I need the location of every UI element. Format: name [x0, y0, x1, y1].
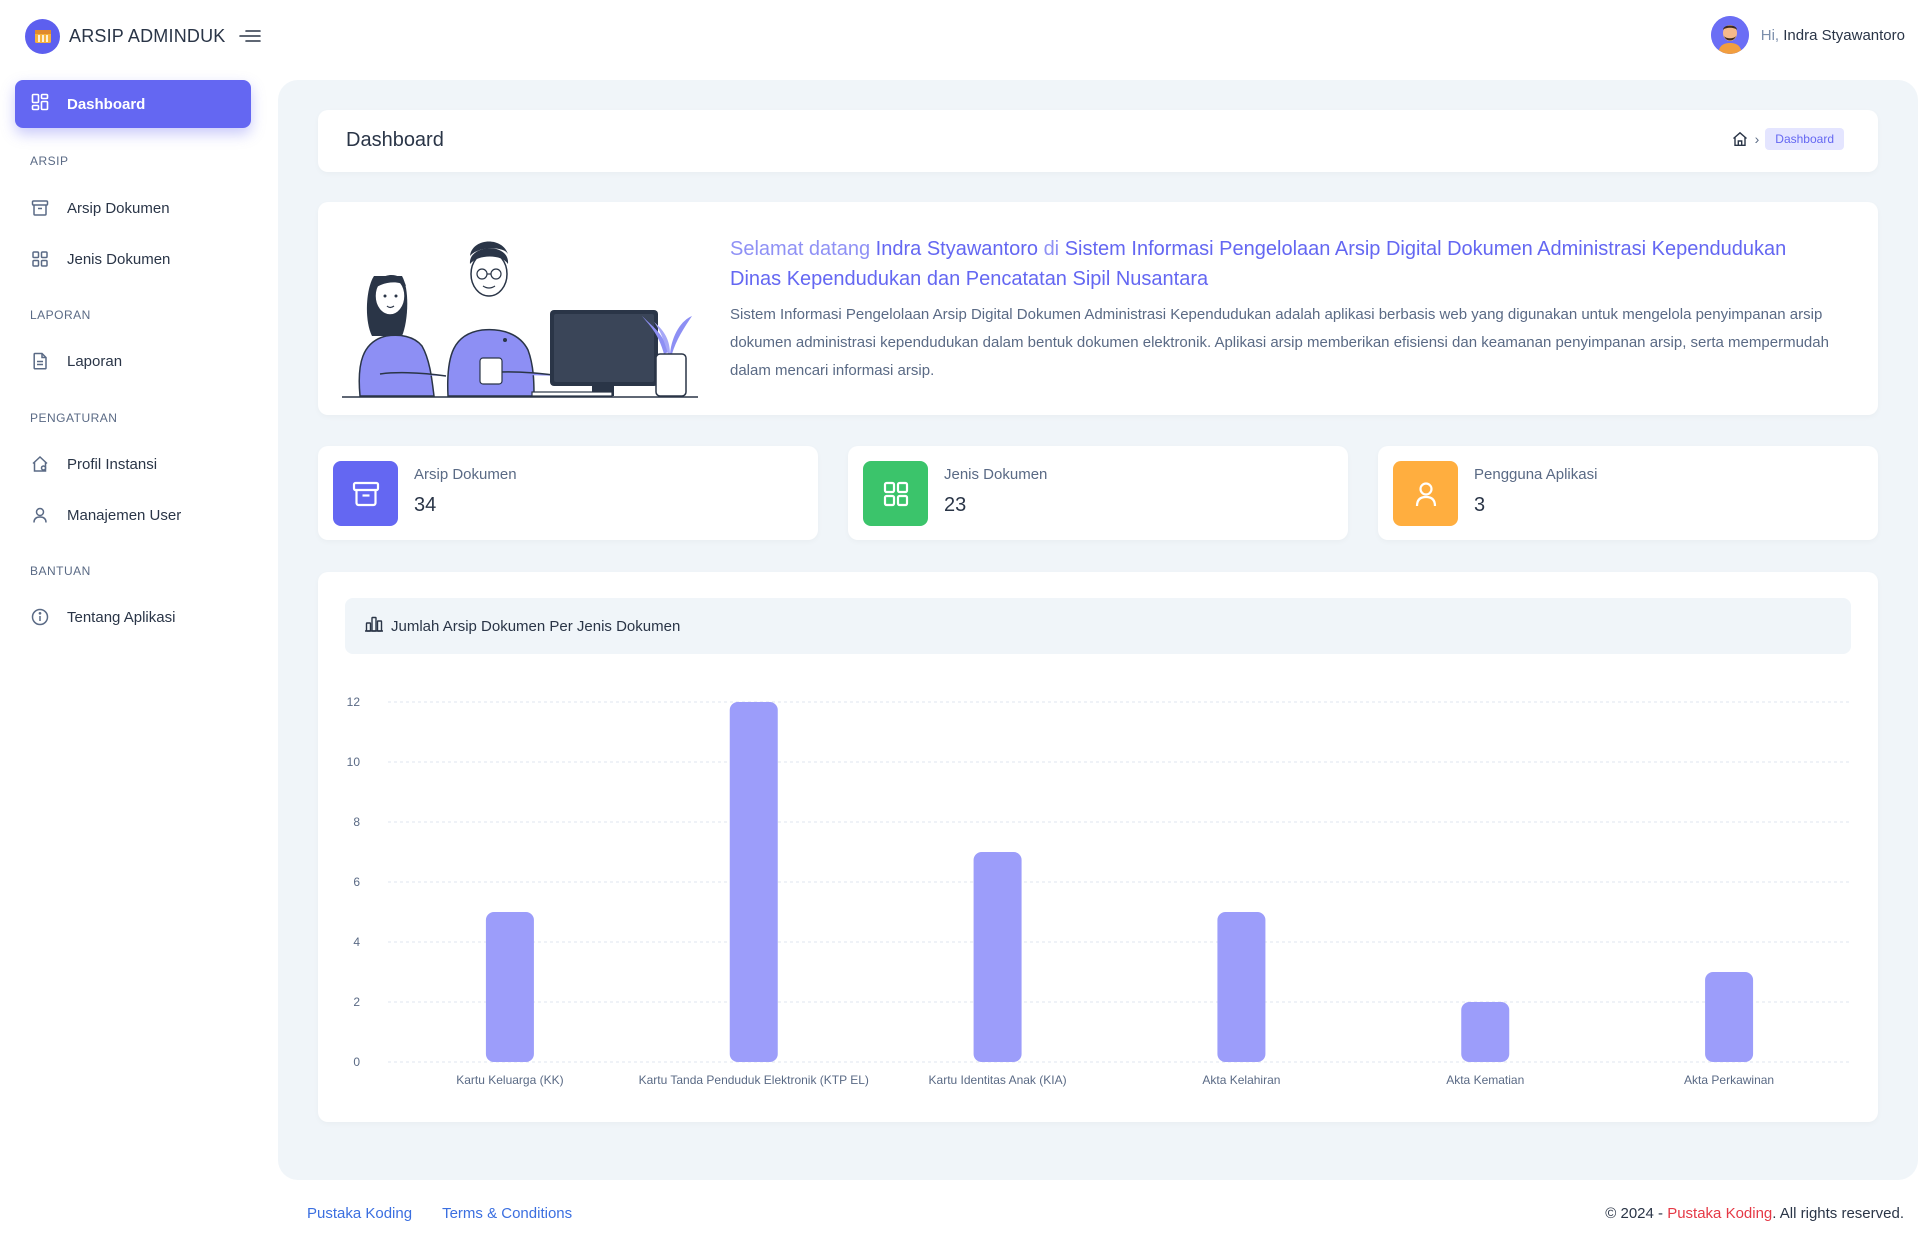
- footer-link-terms[interactable]: Terms & Conditions: [442, 1205, 572, 1222]
- welcome-title: Selamat datang Indra Styawantoro di Sist…: [730, 234, 1830, 294]
- stat-label: Jenis Dokumen: [944, 466, 1048, 483]
- nav-section-bantuan: BANTUAN: [30, 564, 91, 578]
- x-tick-label: Kartu Tanda Penduduk Elektronik (KTP EL): [639, 1073, 869, 1087]
- stat-value: 3: [1474, 494, 1486, 516]
- page-title: Dashboard: [346, 129, 444, 151]
- sidebar-item-label: Dashboard: [67, 95, 146, 113]
- sidebar-item-label: Arsip Dokumen: [67, 199, 170, 217]
- user-name: Indra Styawantoro: [1783, 26, 1905, 44]
- sidebar-item-dashboard[interactable]: Dashboard: [15, 80, 251, 128]
- x-tick-label: Akta Perkawinan: [1684, 1073, 1774, 1087]
- chart-bar[interactable]: [1461, 1002, 1510, 1062]
- brand-name: ARSIP ADMINDUK: [69, 25, 226, 46]
- x-tick-label: Akta Kematian: [1446, 1073, 1524, 1087]
- sidebar-item-arsip-dokumen[interactable]: Arsip Dokumen: [30, 193, 170, 223]
- welcome-mid: di: [1043, 238, 1060, 260]
- user-icon: [30, 505, 50, 525]
- stat-value: 23: [944, 494, 967, 516]
- welcome-card: Selamat datang Indra Styawantoro di Sist…: [318, 202, 1878, 415]
- chart-bar[interactable]: [1217, 912, 1266, 1062]
- user-icon: [1393, 461, 1458, 526]
- sidebar-item-label: Jenis Dokumen: [67, 250, 171, 268]
- y-tick-label: 6: [353, 875, 360, 889]
- brand: ARSIP ADMINDUK: [25, 18, 262, 54]
- nav-section-arsip: ARSIP: [30, 154, 69, 168]
- sidebar-item-tentang-aplikasi[interactable]: Tentang Aplikasi: [30, 602, 175, 632]
- copyright-brand-link[interactable]: Pustaka Koding: [1667, 1205, 1772, 1222]
- x-tick-label: Kartu Keluarga (KK): [456, 1073, 563, 1087]
- y-tick-label: 2: [353, 995, 360, 1009]
- bar-chart: 0 2 4 6 8 10 12 Kartu Keluarga (KK) Kartu Tanda …: [347, 695, 1851, 1087]
- y-tick-label: 10: [347, 755, 361, 769]
- footer-links: Pustaka Koding Terms & Conditions: [307, 1205, 602, 1222]
- people-at-computer-illustration: [342, 224, 698, 402]
- archive-logo-icon: [25, 18, 60, 54]
- chart-bar[interactable]: [1705, 972, 1754, 1062]
- y-tick-label: 4: [353, 935, 360, 949]
- avatar: [1710, 16, 1749, 54]
- nav-section-pengaturan: PENGATURAN: [30, 411, 118, 425]
- sidebar-item-jenis-dokumen[interactable]: Jenis Dokumen: [30, 244, 170, 274]
- x-tick-label: Akta Kelahiran: [1202, 1073, 1280, 1087]
- welcome-user-name: Indra Styawantoro: [875, 238, 1038, 260]
- archive-icon: [333, 461, 398, 526]
- y-tick-label: 12: [347, 695, 361, 709]
- welcome-pre: Selamat datang: [730, 238, 871, 260]
- breadcrumb: › Dashboard: [1731, 128, 1844, 150]
- info-icon: [30, 607, 50, 627]
- y-tick-label: 8: [353, 815, 360, 829]
- archive-icon: [30, 198, 50, 218]
- chart-bar[interactable]: [729, 702, 778, 1062]
- stat-value: 34: [414, 494, 437, 516]
- user-menu[interactable]: Hi, Indra Styawantoro: [1710, 15, 1905, 55]
- category-icon: [863, 461, 928, 526]
- sidebar-item-label: Profil Instansi: [67, 455, 158, 473]
- stat-card-arsip-dokumen[interactable]: Arsip Dokumen 34: [318, 446, 818, 540]
- menu-toggle-icon[interactable]: [238, 24, 262, 48]
- sidebar: ARSIP ADMINDUK Dashboard ARSIP Arsip Dok…: [0, 0, 278, 1244]
- sidebar-item-profil-instansi[interactable]: Profil Instansi: [30, 449, 157, 479]
- main-content: Dashboard › Dashboard Selamat datang Ind…: [278, 80, 1918, 1180]
- nav-section-laporan: LAPORAN: [30, 308, 91, 322]
- y-tick-label: 0: [353, 1055, 360, 1069]
- home-icon[interactable]: [1731, 130, 1749, 148]
- sidebar-item-label: Laporan: [67, 352, 123, 370]
- report-icon: [30, 351, 50, 371]
- page-title-card: Dashboard › Dashboard: [318, 110, 1878, 172]
- chevron-right-icon: ›: [1754, 131, 1760, 147]
- user-greeting: Hi, Indra Styawantoro: [1761, 27, 1905, 44]
- breadcrumb-current: Dashboard: [1765, 128, 1844, 150]
- category-icon: [30, 249, 50, 269]
- building-icon: [30, 454, 50, 474]
- sidebar-item-manajemen-user[interactable]: Manajemen User: [30, 500, 181, 530]
- welcome-description: Sistem Informasi Pengelolaan Arsip Digit…: [730, 306, 1829, 379]
- x-tick-label: Kartu Identitas Anak (KIA): [929, 1073, 1067, 1087]
- stat-card-jenis-dokumen[interactable]: Jenis Dokumen 23: [848, 446, 1348, 540]
- stat-label: Arsip Dokumen: [414, 466, 517, 483]
- greeting-text: Hi,: [1760, 26, 1780, 44]
- copyright-suffix: . All rights reserved.: [1772, 1205, 1904, 1222]
- chart-card: Jumlah Arsip Dokumen Per Jenis Dokumen 0…: [318, 572, 1878, 1122]
- dashboard-icon: [31, 93, 49, 115]
- stat-card-pengguna-aplikasi[interactable]: Pengguna Aplikasi 3: [1378, 446, 1878, 540]
- chart-bar[interactable]: [973, 852, 1022, 1062]
- stat-label: Pengguna Aplikasi: [1474, 466, 1598, 483]
- footer-link-pustaka-koding[interactable]: Pustaka Koding: [307, 1205, 412, 1222]
- chart-bar[interactable]: [485, 912, 534, 1062]
- sidebar-item-label: Tentang Aplikasi: [67, 608, 176, 626]
- footer-copyright: © 2024 - Pustaka Koding. All rights rese…: [1605, 1205, 1904, 1222]
- copyright-prefix: © 2024 -: [1605, 1205, 1664, 1222]
- sidebar-item-label: Manajemen User: [67, 506, 182, 524]
- sidebar-item-laporan[interactable]: Laporan: [30, 346, 122, 376]
